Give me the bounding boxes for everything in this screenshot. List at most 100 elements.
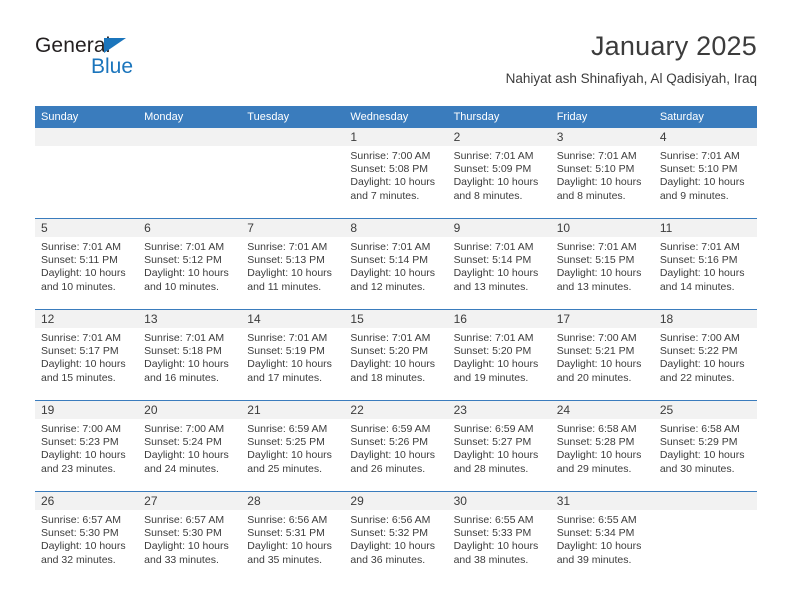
sunset-text: Sunset: 5:26 PM [350,436,429,449]
calendar-week-row: 12 Sunrise: 7:01 AM Sunset: 5:17 PM Dayligh… [35,309,757,401]
calendar-day-cell[interactable]: 25 Sunrise: 6:58 AM Sunset: 5:29 PM Dayligh… [653,400,757,492]
daylight-text: Daylight: 10 hours and 10 minutes. [144,267,229,293]
calendar-page: General Blue January 2025 Nahiyat ash Sh… [0,0,792,612]
sunrise-text: Sunrise: 6:58 AM [659,423,740,435]
day-sun-info: Sunrise: 7:00 AM Sunset: 5:24 PM Daylight:… [138,419,241,476]
day-sun-info: Sunrise: 7:00 AM Sunset: 5:22 PM Daylight:… [654,328,757,385]
calendar-day-cell[interactable]: 4 Sunrise: 7:01 AM Sunset: 5:10 PM Daylight… [653,128,757,219]
sunset-text: Sunset: 5:18 PM [144,345,222,358]
calendar-day-cell[interactable]: 31 Sunrise: 6:55 AM Sunset: 5:34 PM Dayligh… [550,491,654,582]
calendar-day-cell[interactable]: 2 Sunrise: 7:01 AM Sunset: 5:09 PM Daylight… [447,128,551,219]
calendar-day-cell[interactable]: 8 Sunrise: 7:01 AM Sunset: 5:14 PM Daylight… [344,218,448,310]
calendar-day-cell[interactable]: 17 Sunrise: 7:00 AM Sunset: 5:21 PM Dayligh… [550,309,654,401]
brand-logo[interactable]: General Blue [35,34,235,90]
weekday-header-wednesday: Wednesday [344,106,448,128]
calendar-day-cell[interactable]: 20 Sunrise: 7:00 AM Sunset: 5:24 PM Dayligh… [138,400,242,492]
calendar-day-cell[interactable]: 21 Sunrise: 6:59 AM Sunset: 5:25 PM Dayligh… [241,400,345,492]
calendar-day-cell[interactable]: 15 Sunrise: 7:01 AM Sunset: 5:20 PM Dayligh… [344,309,448,401]
calendar-body: 1 Sunrise: 7:00 AM Sunset: 5:08 PM Daylight… [35,128,757,582]
day-number [138,128,242,146]
day-number: 2 [447,128,551,146]
day-number: 22 [344,401,448,419]
calendar-week-row: 5 Sunrise: 7:01 AM Sunset: 5:11 PM Daylight… [35,218,757,310]
sunrise-text: Sunrise: 7:01 AM [556,241,637,253]
daylight-text: Daylight: 10 hours and 17 minutes. [247,358,332,384]
calendar-day-cell[interactable]: 16 Sunrise: 7:01 AM Sunset: 5:20 PM Dayligh… [447,309,551,401]
calendar-day-cell[interactable]: 1 Sunrise: 7:00 AM Sunset: 5:08 PM Daylight… [344,128,448,219]
sunrise-text: Sunrise: 7:01 AM [144,241,225,253]
day-sun-info: Sunrise: 7:01 AM Sunset: 5:11 PM Daylight:… [35,237,138,294]
calendar-day-cell[interactable]: 3 Sunrise: 7:01 AM Sunset: 5:10 PM Daylight… [550,128,654,219]
calendar-day-cell[interactable]: 18 Sunrise: 7:00 AM Sunset: 5:22 PM Dayligh… [653,309,757,401]
day-number: 8 [344,219,448,237]
day-sun-info: Sunrise: 6:55 AM Sunset: 5:34 PM Daylight:… [551,510,654,567]
day-sun-info: Sunrise: 7:01 AM Sunset: 5:16 PM Daylight:… [654,237,757,294]
calendar-day-cell[interactable]: 26 Sunrise: 6:57 AM Sunset: 5:30 PM Dayligh… [35,491,139,582]
daylight-text: Daylight: 10 hours and 38 minutes. [453,540,539,566]
day-cell-content: 21 Sunrise: 6:59 AM Sunset: 5:25 PM Dayligh… [241,401,345,491]
day-sun-info: Sunrise: 7:01 AM Sunset: 5:20 PM Daylight:… [448,328,551,385]
sunset-text: Sunset: 5:10 PM [659,163,738,176]
sunrise-text: Sunrise: 7:01 AM [247,332,328,344]
calendar-day-cell[interactable]: 27 Sunrise: 6:57 AM Sunset: 5:30 PM Dayligh… [138,491,242,582]
day-cell-content: 2 Sunrise: 7:01 AM Sunset: 5:09 PM Daylight… [447,128,551,218]
calendar-day-cell[interactable]: 14 Sunrise: 7:01 AM Sunset: 5:19 PM Dayligh… [241,309,345,401]
calendar-day-cell[interactable]: 30 Sunrise: 6:55 AM Sunset: 5:33 PM Dayligh… [447,491,551,582]
day-cell-content: 8 Sunrise: 7:01 AM Sunset: 5:14 PM Daylight… [344,219,448,309]
daylight-text: Daylight: 10 hours and 8 minutes. [556,176,642,202]
sunrise-text: Sunrise: 7:01 AM [453,241,534,253]
calendar-day-cell[interactable]: 12 Sunrise: 7:01 AM Sunset: 5:17 PM Dayligh… [35,309,139,401]
day-number: 21 [241,401,345,419]
calendar-day-cell[interactable]: 28 Sunrise: 6:56 AM Sunset: 5:31 PM Dayligh… [241,491,345,582]
sunrise-text: Sunrise: 7:00 AM [556,332,637,344]
calendar-day-cell [35,128,139,219]
day-sun-info: Sunrise: 7:01 AM Sunset: 5:13 PM Daylight:… [241,237,344,294]
sunset-text: Sunset: 5:27 PM [453,436,532,449]
sunset-text: Sunset: 5:30 PM [144,527,222,540]
daylight-text: Daylight: 10 hours and 10 minutes. [41,267,126,293]
day-number [653,492,757,510]
calendar-day-cell[interactable]: 23 Sunrise: 6:59 AM Sunset: 5:27 PM Dayligh… [447,400,551,492]
day-number: 7 [241,219,345,237]
day-number: 17 [550,310,654,328]
day-cell-content [35,128,139,218]
calendar-day-cell[interactable]: 29 Sunrise: 6:56 AM Sunset: 5:32 PM Dayligh… [344,491,448,582]
day-cell-content: 3 Sunrise: 7:01 AM Sunset: 5:10 PM Daylight… [550,128,654,218]
weekday-header-monday: Monday [138,106,242,128]
day-sun-info: Sunrise: 7:01 AM Sunset: 5:15 PM Daylight:… [551,237,654,294]
calendar-day-cell[interactable]: 13 Sunrise: 7:01 AM Sunset: 5:18 PM Dayligh… [138,309,242,401]
day-number: 6 [138,219,242,237]
calendar-day-cell[interactable]: 5 Sunrise: 7:01 AM Sunset: 5:11 PM Daylight… [35,218,139,310]
daylight-text: Daylight: 10 hours and 11 minutes. [247,267,332,293]
calendar-day-cell [653,491,757,582]
day-cell-content: 6 Sunrise: 7:01 AM Sunset: 5:12 PM Daylight… [138,219,242,309]
sunset-text: Sunset: 5:12 PM [144,254,222,267]
sunset-text: Sunset: 5:08 PM [350,163,429,176]
sunrise-text: Sunrise: 6:56 AM [247,514,328,526]
sunrise-text: Sunrise: 7:01 AM [556,150,637,162]
calendar-day-cell[interactable]: 6 Sunrise: 7:01 AM Sunset: 5:12 PM Daylight… [138,218,242,310]
calendar-day-cell[interactable]: 9 Sunrise: 7:01 AM Sunset: 5:14 PM Daylight… [447,218,551,310]
sunset-text: Sunset: 5:10 PM [556,163,635,176]
day-sun-info: Sunrise: 7:01 AM Sunset: 5:14 PM Daylight:… [448,237,551,294]
daylight-text: Daylight: 10 hours and 23 minutes. [41,449,126,475]
calendar-day-cell[interactable]: 19 Sunrise: 7:00 AM Sunset: 5:23 PM Dayligh… [35,400,139,492]
calendar-day-cell[interactable]: 11 Sunrise: 7:01 AM Sunset: 5:16 PM Dayligh… [653,218,757,310]
sunrise-text: Sunrise: 7:01 AM [659,241,740,253]
day-cell-content: 30 Sunrise: 6:55 AM Sunset: 5:33 PM Dayligh… [447,492,551,582]
calendar-day-cell[interactable]: 7 Sunrise: 7:01 AM Sunset: 5:13 PM Daylight… [241,218,345,310]
sunset-text: Sunset: 5:28 PM [556,436,635,449]
calendar-day-cell [241,128,345,219]
day-number: 3 [550,128,654,146]
sunrise-text: Sunrise: 7:01 AM [453,150,534,162]
calendar-day-cell[interactable]: 10 Sunrise: 7:01 AM Sunset: 5:15 PM Dayligh… [550,218,654,310]
day-number: 19 [35,401,139,419]
day-sun-info: Sunrise: 6:56 AM Sunset: 5:31 PM Daylight:… [241,510,344,567]
day-sun-info: Sunrise: 6:58 AM Sunset: 5:28 PM Daylight:… [551,419,654,476]
daylight-text: Daylight: 10 hours and 28 minutes. [453,449,539,475]
sunrise-text: Sunrise: 7:00 AM [41,423,121,435]
daylight-text: Daylight: 10 hours and 39 minutes. [556,540,642,566]
calendar-day-cell[interactable]: 24 Sunrise: 6:58 AM Sunset: 5:28 PM Dayligh… [550,400,654,492]
calendar-day-cell[interactable]: 22 Sunrise: 6:59 AM Sunset: 5:26 PM Dayligh… [344,400,448,492]
day-sun-info: Sunrise: 6:55 AM Sunset: 5:33 PM Daylight:… [448,510,551,567]
